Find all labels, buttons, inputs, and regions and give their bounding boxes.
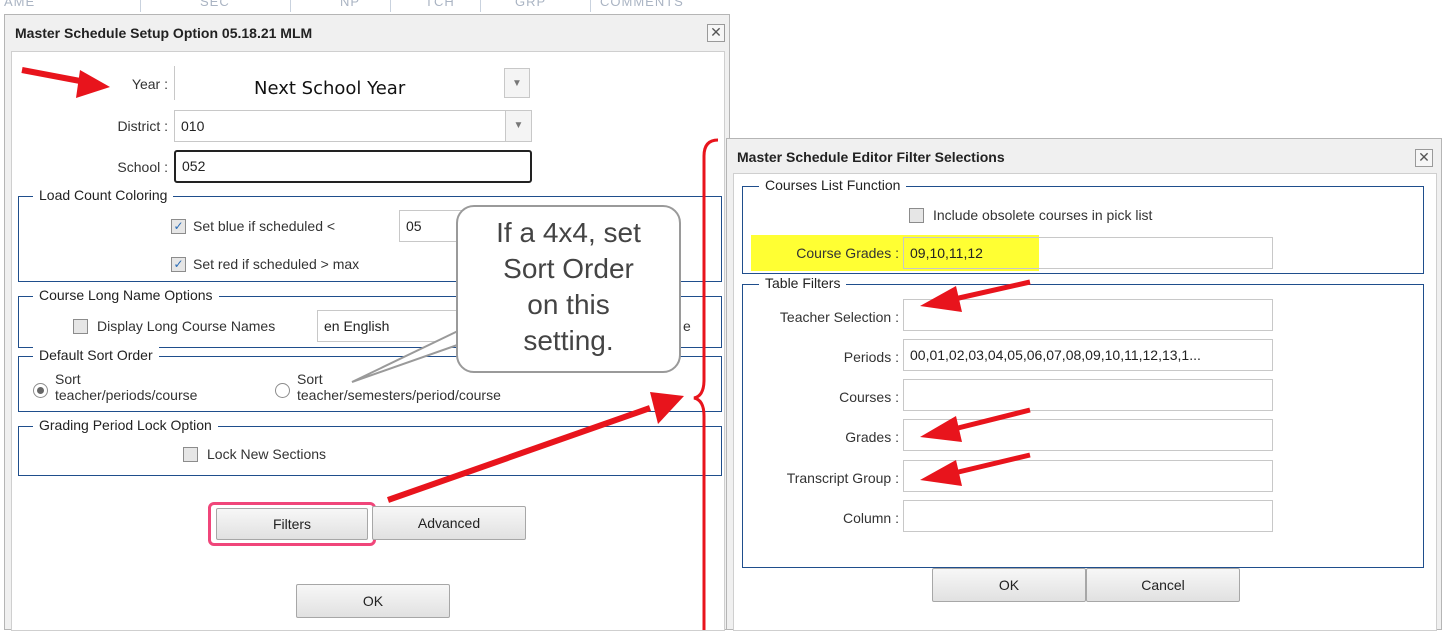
annotation-overlay xyxy=(21,67,1031,630)
arrow-to-transcript-group xyxy=(920,452,1031,486)
arrow-to-year xyxy=(21,67,110,98)
arrow-filters-to-dialog xyxy=(387,392,684,503)
red-brace xyxy=(693,138,719,630)
arrow-to-teacher-selection xyxy=(920,279,1031,312)
arrow-to-grades xyxy=(920,407,1031,442)
